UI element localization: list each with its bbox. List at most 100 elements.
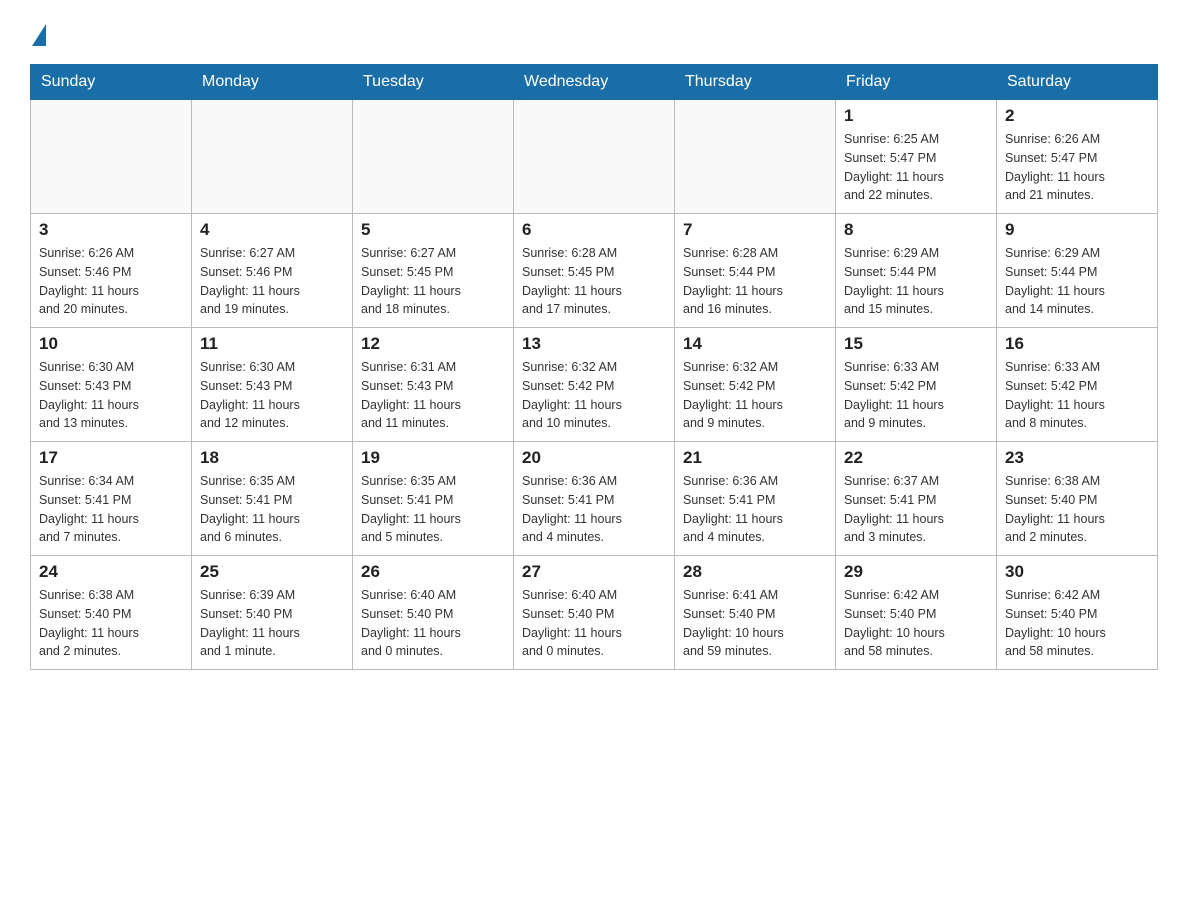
day-number: 20 (522, 448, 666, 468)
calendar-cell: 13 Sunrise: 6:32 AMSunset: 5:42 PMDayligh… (514, 328, 675, 442)
calendar-cell: 10Sunrise: 6:30 AMSunset: 5:43 PMDayligh… (31, 328, 192, 442)
day-info: Sunrise: 6:30 AMSunset: 5:43 PMDaylight:… (200, 358, 344, 433)
day-info: Sunrise: 6:27 AMSunset: 5:45 PMDaylight:… (361, 244, 505, 319)
column-header-wednesday: Wednesday (514, 65, 675, 100)
calendar-cell: 7Sunrise: 6:28 AMSunset: 5:44 PMDaylight… (675, 214, 836, 328)
calendar-cell: 3Sunrise: 6:26 AMSunset: 5:46 PMDaylight… (31, 214, 192, 328)
day-info: Sunrise: 6:37 AMSunset: 5:41 PMDaylight:… (844, 472, 988, 547)
day-info: Sunrise: 6:32 AMSunset: 5:42 PMDaylight:… (683, 358, 827, 433)
calendar-header-row: SundayMondayTuesdayWednesdayThursdayFrid… (31, 65, 1158, 100)
day-number: 4 (200, 220, 344, 240)
calendar-cell: 11 Sunrise: 6:30 AMSunset: 5:43 PMDayligh… (192, 328, 353, 442)
day-number: 9 (1005, 220, 1149, 240)
logo-triangle-icon (32, 24, 46, 46)
day-number: 2 (1005, 106, 1149, 126)
calendar-cell: 8 Sunrise: 6:29 AMSunset: 5:44 PMDaylight… (836, 214, 997, 328)
day-number: 18 (200, 448, 344, 468)
calendar-table: SundayMondayTuesdayWednesdayThursdayFrid… (30, 64, 1158, 670)
day-info: Sunrise: 6:39 AMSunset: 5:40 PMDaylight:… (200, 586, 344, 661)
calendar-cell: 29 Sunrise: 6:42 AMSunset: 5:40 PMDayligh… (836, 556, 997, 670)
day-number: 11 (200, 334, 344, 354)
calendar-cell: 26 Sunrise: 6:40 AMSunset: 5:40 PMDayligh… (353, 556, 514, 670)
day-number: 12 (361, 334, 505, 354)
calendar-cell: 4Sunrise: 6:27 AMSunset: 5:46 PMDaylight… (192, 214, 353, 328)
day-info: Sunrise: 6:29 AMSunset: 5:44 PMDaylight:… (1005, 244, 1149, 319)
day-number: 15 (844, 334, 988, 354)
calendar-cell: 22 Sunrise: 6:37 AMSunset: 5:41 PMDayligh… (836, 442, 997, 556)
day-info: Sunrise: 6:30 AMSunset: 5:43 PMDaylight:… (39, 358, 183, 433)
day-number: 6 (522, 220, 666, 240)
day-number: 23 (1005, 448, 1149, 468)
day-number: 16 (1005, 334, 1149, 354)
day-number: 8 (844, 220, 988, 240)
day-number: 22 (844, 448, 988, 468)
day-number: 21 (683, 448, 827, 468)
calendar-week-row: 3Sunrise: 6:26 AMSunset: 5:46 PMDaylight… (31, 214, 1158, 328)
column-header-saturday: Saturday (997, 65, 1158, 100)
calendar-cell: 25 Sunrise: 6:39 AMSunset: 5:40 PMDayligh… (192, 556, 353, 670)
calendar-week-row: 10Sunrise: 6:30 AMSunset: 5:43 PMDayligh… (31, 328, 1158, 442)
day-number: 3 (39, 220, 183, 240)
day-number: 17 (39, 448, 183, 468)
calendar-cell: 20 Sunrise: 6:36 AMSunset: 5:41 PMDayligh… (514, 442, 675, 556)
column-header-monday: Monday (192, 65, 353, 100)
calendar-cell: 16 Sunrise: 6:33 AMSunset: 5:42 PMDayligh… (997, 328, 1158, 442)
day-info: Sunrise: 6:38 AMSunset: 5:40 PMDaylight:… (1005, 472, 1149, 547)
day-info: Sunrise: 6:33 AMSunset: 5:42 PMDaylight:… (844, 358, 988, 433)
day-number: 14 (683, 334, 827, 354)
calendar-cell: 23 Sunrise: 6:38 AMSunset: 5:40 PMDayligh… (997, 442, 1158, 556)
day-number: 19 (361, 448, 505, 468)
day-info: Sunrise: 6:33 AMSunset: 5:42 PMDaylight:… (1005, 358, 1149, 433)
day-number: 7 (683, 220, 827, 240)
day-info: Sunrise: 6:41 AMSunset: 5:40 PMDaylight:… (683, 586, 827, 661)
day-info: Sunrise: 6:29 AMSunset: 5:44 PMDaylight:… (844, 244, 988, 319)
calendar-cell: 14 Sunrise: 6:32 AMSunset: 5:42 PMDayligh… (675, 328, 836, 442)
day-number: 29 (844, 562, 988, 582)
column-header-tuesday: Tuesday (353, 65, 514, 100)
day-info: Sunrise: 6:26 AMSunset: 5:47 PMDaylight:… (1005, 130, 1149, 205)
day-number: 28 (683, 562, 827, 582)
calendar-cell: 1 Sunrise: 6:25 AMSunset: 5:47 PMDaylight… (836, 100, 997, 214)
day-info: Sunrise: 6:38 AMSunset: 5:40 PMDaylight:… (39, 586, 183, 661)
day-number: 26 (361, 562, 505, 582)
day-info: Sunrise: 6:32 AMSunset: 5:42 PMDaylight:… (522, 358, 666, 433)
page-header (30, 20, 1158, 46)
calendar-cell: 27 Sunrise: 6:40 AMSunset: 5:40 PMDayligh… (514, 556, 675, 670)
calendar-cell (514, 100, 675, 214)
column-header-friday: Friday (836, 65, 997, 100)
calendar-cell (675, 100, 836, 214)
day-info: Sunrise: 6:40 AMSunset: 5:40 PMDaylight:… (522, 586, 666, 661)
day-number: 27 (522, 562, 666, 582)
calendar-cell: 9 Sunrise: 6:29 AMSunset: 5:44 PMDaylight… (997, 214, 1158, 328)
logo (30, 20, 46, 46)
calendar-cell: 30 Sunrise: 6:42 AMSunset: 5:40 PMDayligh… (997, 556, 1158, 670)
calendar-cell: 6 Sunrise: 6:28 AMSunset: 5:45 PMDaylight… (514, 214, 675, 328)
calendar-cell: 24 Sunrise: 6:38 AMSunset: 5:40 PMDayligh… (31, 556, 192, 670)
day-info: Sunrise: 6:25 AMSunset: 5:47 PMDaylight:… (844, 130, 988, 205)
calendar-cell: 21Sunrise: 6:36 AMSunset: 5:41 PMDayligh… (675, 442, 836, 556)
day-info: Sunrise: 6:31 AMSunset: 5:43 PMDaylight:… (361, 358, 505, 433)
day-info: Sunrise: 6:42 AMSunset: 5:40 PMDaylight:… (1005, 586, 1149, 661)
day-number: 30 (1005, 562, 1149, 582)
column-header-sunday: Sunday (31, 65, 192, 100)
calendar-week-row: 24 Sunrise: 6:38 AMSunset: 5:40 PMDayligh… (31, 556, 1158, 670)
column-header-thursday: Thursday (675, 65, 836, 100)
calendar-cell: 12 Sunrise: 6:31 AMSunset: 5:43 PMDayligh… (353, 328, 514, 442)
calendar-cell: 15 Sunrise: 6:33 AMSunset: 5:42 PMDayligh… (836, 328, 997, 442)
day-info: Sunrise: 6:28 AMSunset: 5:45 PMDaylight:… (522, 244, 666, 319)
calendar-cell: 18 Sunrise: 6:35 AMSunset: 5:41 PMDayligh… (192, 442, 353, 556)
day-info: Sunrise: 6:35 AMSunset: 5:41 PMDaylight:… (361, 472, 505, 547)
calendar-cell (192, 100, 353, 214)
day-number: 25 (200, 562, 344, 582)
day-info: Sunrise: 6:34 AMSunset: 5:41 PMDaylight:… (39, 472, 183, 547)
calendar-cell: 28 Sunrise: 6:41 AMSunset: 5:40 PMDayligh… (675, 556, 836, 670)
day-number: 1 (844, 106, 988, 126)
day-number: 13 (522, 334, 666, 354)
calendar-cell: 2 Sunrise: 6:26 AMSunset: 5:47 PMDaylight… (997, 100, 1158, 214)
day-info: Sunrise: 6:40 AMSunset: 5:40 PMDaylight:… (361, 586, 505, 661)
day-info: Sunrise: 6:42 AMSunset: 5:40 PMDaylight:… (844, 586, 988, 661)
day-info: Sunrise: 6:36 AMSunset: 5:41 PMDaylight:… (522, 472, 666, 547)
calendar-week-row: 1 Sunrise: 6:25 AMSunset: 5:47 PMDaylight… (31, 100, 1158, 214)
day-number: 24 (39, 562, 183, 582)
day-info: Sunrise: 6:35 AMSunset: 5:41 PMDaylight:… (200, 472, 344, 547)
